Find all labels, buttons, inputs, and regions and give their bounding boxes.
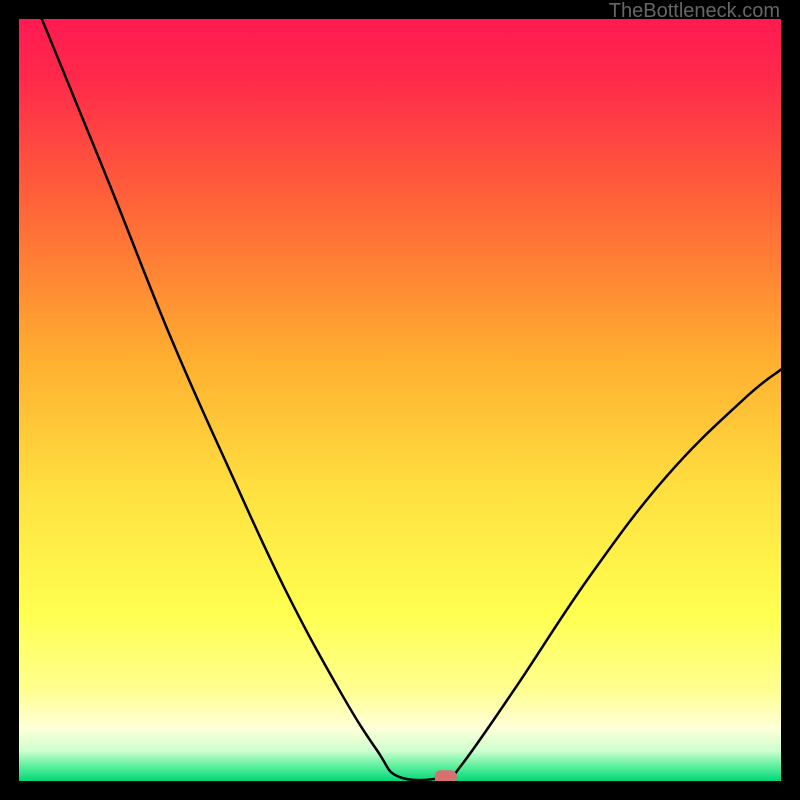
chart-plot-area [19,19,781,781]
chart-container: TheBottleneck.com [0,0,800,800]
gradient-background [19,19,781,781]
watermark-text: TheBottleneck.com [609,0,780,23]
chart-svg [19,19,781,781]
optimal-marker [435,770,457,781]
